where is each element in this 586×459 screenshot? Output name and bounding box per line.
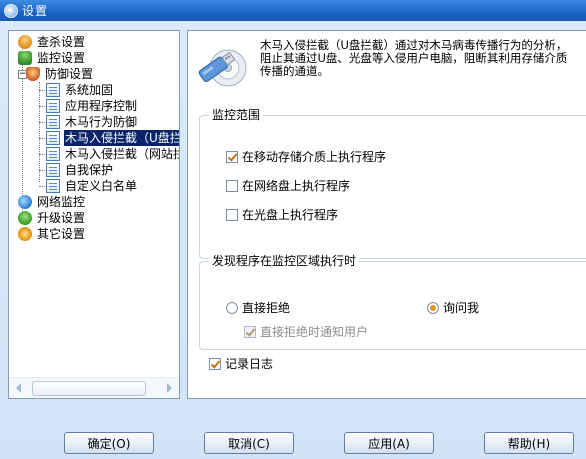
tree-item-label: 监控设置	[37, 51, 86, 65]
help-button[interactable]: 帮助(H)	[484, 432, 574, 454]
doc-icon	[46, 83, 60, 97]
record-log-checkbox[interactable]: 记录日志	[209, 357, 273, 371]
doc-icon	[46, 147, 60, 161]
radio-unchecked-icon[interactable]	[226, 302, 238, 314]
tree-item-web-intercept[interactable]: 木马入侵拦截（网站拦	[46, 146, 179, 162]
tree-horizontal-scrollbar[interactable]	[9, 377, 179, 398]
group-title: 发现程序在监控区域执行时	[209, 254, 360, 268]
radio-label: 询问我	[443, 301, 480, 315]
monitor-icon	[18, 51, 32, 65]
tree-item-label: 自我保护	[65, 163, 114, 177]
tree-item-label: 木马入侵拦截（U盘拦	[64, 130, 179, 146]
group-title: 监控范围	[209, 108, 264, 122]
ask-me-radio[interactable]: 询问我	[427, 301, 479, 315]
tree-item-label: 升级设置	[37, 211, 86, 225]
settings-tree-panel: − 查杀设置 监控设置 防御设置 系统加固 应用程序控制 木马行为防御 木马入侵…	[8, 30, 180, 399]
tree-item-system-hardening[interactable]: 系统加固	[46, 82, 114, 98]
reject-radio[interactable]: 直接拒绝	[226, 301, 290, 315]
scope-optical-checkbox[interactable]: 在光盘上执行程序	[226, 208, 338, 222]
tree-item-whitelist[interactable]: 自定义白名单	[46, 178, 138, 194]
feature-description: 木马入侵拦截（U盘拦截）通过对木马病毒传播行为的分析， 阻止其通过U盘、光盘等入…	[260, 39, 586, 78]
tree-item-label: 自定义白名单	[65, 179, 138, 193]
tree-item-trojan-behavior[interactable]: 木马行为防御	[46, 114, 138, 130]
scope-removable-checkbox[interactable]: 在移动存储介质上执行程序	[226, 150, 386, 164]
checkbox-label: 记录日志	[225, 357, 274, 371]
window-title: 设置	[22, 4, 49, 18]
tree-item-label: 网络监控	[37, 195, 86, 209]
tree-item-label: 系统加固	[65, 83, 114, 97]
cancel-button[interactable]: 取消(C)	[204, 432, 294, 454]
apply-button[interactable]: 应用(A)	[344, 432, 434, 454]
tree-item-label: 防御设置	[45, 67, 94, 81]
doc-icon	[46, 131, 60, 145]
upgrade-icon	[18, 211, 32, 225]
tree-item-monitor-settings[interactable]: 监控设置	[18, 50, 86, 66]
doc-icon	[46, 99, 60, 113]
description-line: 传播的通道。	[260, 64, 329, 78]
tree-item-label: 木马行为防御	[65, 115, 138, 129]
monitor-scope-group: 监控范围 在移动存储介质上执行程序 在网络盘上执行程序 在光盘上执行程序	[199, 108, 586, 259]
tree-item-upgrade-settings[interactable]: 升级设置	[18, 210, 86, 226]
action-group: 发现程序在监控区域执行时 直接拒绝 询问我 直接拒绝时通知用户	[199, 254, 586, 350]
tree-item-self-protect[interactable]: 自我保护	[46, 162, 114, 178]
checkbox-label: 在光盘上执行程序	[242, 208, 339, 222]
tree-item-defense-settings[interactable]: 防御设置	[18, 66, 94, 82]
doc-icon	[46, 163, 60, 177]
scroll-right-icon[interactable]	[167, 383, 172, 393]
tree-item-app-control[interactable]: 应用程序控制	[46, 98, 138, 114]
checkbox-label: 直接拒绝时通知用户	[260, 325, 369, 339]
scrollbar-thumb[interactable]	[32, 381, 146, 396]
tree-item-other-settings[interactable]: 其它设置	[18, 226, 86, 242]
tree-item-label: 应用程序控制	[65, 99, 138, 113]
window-client: − 查杀设置 监控设置 防御设置 系统加固 应用程序控制 木马行为防御 木马入侵…	[0, 21, 586, 459]
tree-item-label: 查杀设置	[37, 35, 86, 49]
notify-user-checkbox: 直接拒绝时通知用户	[244, 325, 368, 339]
checkbox-unchecked-icon[interactable]	[226, 209, 238, 221]
tree-item-label: 木马入侵拦截（网站拦	[65, 147, 179, 161]
radio-label: 直接拒绝	[242, 301, 291, 315]
checkbox-checked-icon[interactable]	[226, 151, 238, 163]
radio-checked-icon[interactable]	[427, 302, 439, 314]
other-icon	[18, 227, 32, 241]
settings-tree: − 查杀设置 监控设置 防御设置 系统加固 应用程序控制 木马行为防御 木马入侵…	[9, 31, 179, 377]
network-icon	[18, 195, 32, 209]
settings-content-panel: 木马入侵拦截（U盘拦截）通过对木马病毒传播行为的分析， 阻止其通过U盘、光盘等入…	[187, 30, 586, 399]
settings-shield-icon	[4, 3, 18, 18]
tree-item-usb-intercept[interactable]: 木马入侵拦截（U盘拦	[46, 130, 179, 146]
tree-item-label: 其它设置	[37, 227, 86, 241]
checkbox-unchecked-icon[interactable]	[226, 180, 238, 192]
scope-network-drive-checkbox[interactable]: 在网络盘上执行程序	[226, 179, 350, 193]
tree-item-scan-settings[interactable]: 查杀设置	[18, 34, 86, 50]
scan-icon	[18, 35, 32, 49]
doc-icon	[46, 115, 60, 129]
scroll-left-icon[interactable]	[16, 383, 21, 393]
checkbox-checked-icon	[244, 326, 256, 338]
checkbox-label: 在移动存储介质上执行程序	[242, 150, 387, 164]
checkbox-label: 在网络盘上执行程序	[242, 179, 351, 193]
doc-icon	[46, 179, 60, 193]
defense-icon	[26, 67, 40, 81]
usb-disk-icon	[198, 49, 247, 87]
ok-button[interactable]: 确定(O)	[64, 432, 154, 454]
tree-item-network-monitor[interactable]: 网络监控	[18, 194, 86, 210]
title-bar[interactable]: 设置	[0, 0, 586, 21]
checkbox-checked-icon[interactable]	[209, 358, 221, 370]
